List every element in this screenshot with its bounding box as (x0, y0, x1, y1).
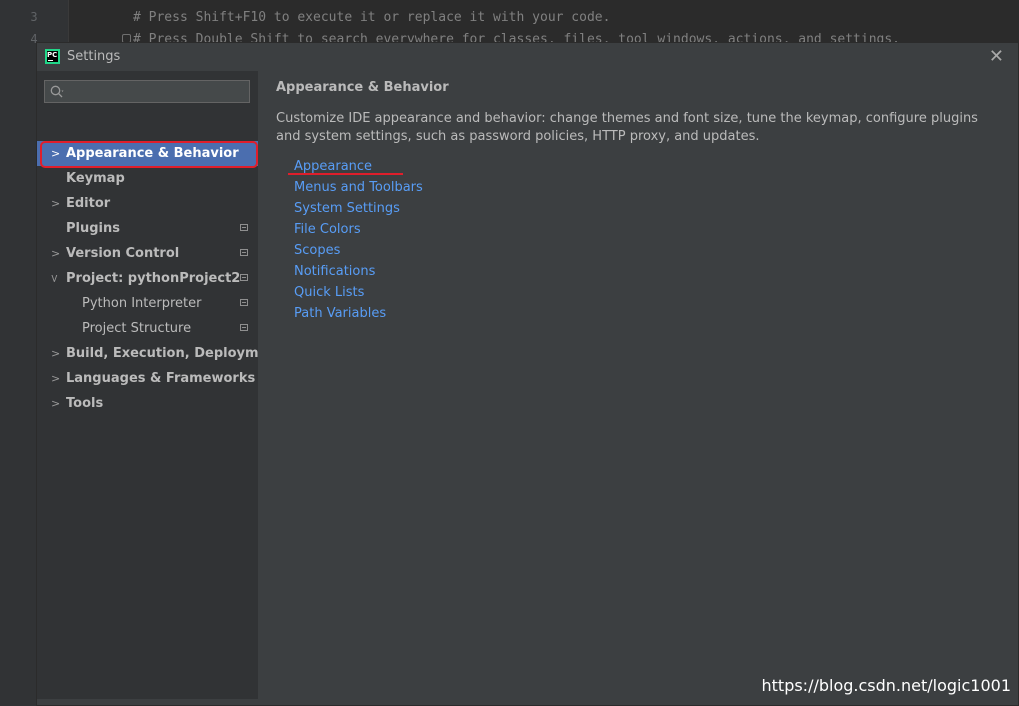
watermark: https://blog.csdn.net/logic1001 (761, 676, 1012, 695)
search-input[interactable] (44, 80, 250, 103)
chevron-right-icon: > (51, 397, 61, 410)
annotation-highlight (40, 141, 258, 168)
settings-content: Appearance & Behavior Customize IDE appe… (259, 71, 1018, 699)
sidebar-item-build-execution-deployment[interactable]: > Build, Execution, Deployment (37, 341, 283, 366)
link-file-colors[interactable]: File Colors (294, 219, 423, 240)
project-settings-icon (240, 324, 248, 331)
dialog-title: Settings (67, 49, 121, 64)
settings-dialog: PC Settings ✕ > Appearance & Behavior Ke… (36, 42, 1019, 706)
project-settings-icon (240, 224, 248, 231)
sidebar-item-editor[interactable]: > Editor (37, 191, 258, 216)
dialog-titlebar: PC Settings ✕ (37, 43, 1018, 71)
page-description: Customize IDE appearance and behavior: c… (276, 111, 978, 144)
sidebar-item-label: Project Structure (82, 321, 192, 336)
app-icon-text: PC (47, 51, 58, 59)
code-line: # Press Shift+F10 to execute it or repla… (133, 10, 611, 25)
link-scopes[interactable]: Scopes (294, 240, 423, 261)
code-area[interactable]: # Press Shift+F10 to execute it or repla… (69, 0, 1019, 47)
line-number: 3 (30, 10, 38, 24)
sidebar-item-version-control[interactable]: > Version Control (37, 241, 258, 266)
link-notifications[interactable]: Notifications (294, 261, 423, 282)
project-settings-icon (240, 274, 248, 281)
sidebar-item-python-interpreter[interactable]: Python Interpreter (37, 291, 258, 316)
link-menus-and-toolbars[interactable]: Menus and Toolbars (294, 177, 423, 198)
search-icon (50, 85, 64, 98)
sidebar-item-project[interactable]: > Project: pythonProject2 (37, 266, 258, 291)
chevron-down-icon: > (48, 273, 62, 284)
sidebar-item-plugins[interactable]: Plugins (37, 216, 258, 241)
chevron-right-icon: > (51, 347, 61, 360)
pycharm-logo-icon: PC (45, 49, 60, 64)
sidebar-item-tools[interactable]: > Tools (37, 391, 258, 416)
close-icon[interactable]: ✕ (989, 47, 1004, 67)
sidebar-item-label: Build, Execution, Deployment (66, 346, 283, 361)
chevron-right-icon: > (51, 372, 61, 385)
page-title: Appearance & Behavior (276, 80, 449, 95)
sidebar-item-label: Editor (66, 196, 111, 211)
subpage-links: Appearance Menus and Toolbars System Set… (294, 156, 423, 324)
annotation-underline (288, 173, 403, 175)
project-settings-icon (240, 249, 248, 256)
sidebar-item-label: Languages & Frameworks (66, 371, 256, 386)
sidebar-item-label: Project: pythonProject2 (66, 271, 241, 286)
sidebar-item-label: Keymap (66, 171, 125, 186)
sidebar-item-keymap[interactable]: Keymap (37, 166, 258, 191)
sidebar-item-label: Python Interpreter (82, 296, 202, 311)
chevron-right-icon: > (51, 197, 61, 210)
sidebar-item-label: Plugins (66, 221, 120, 236)
link-quick-lists[interactable]: Quick Lists (294, 282, 423, 303)
sidebar-item-project-structure[interactable]: Project Structure (37, 316, 258, 341)
chevron-right-icon: > (51, 247, 61, 260)
project-settings-icon (240, 299, 248, 306)
link-system-settings[interactable]: System Settings (294, 198, 423, 219)
sidebar-item-label: Version Control (66, 246, 180, 261)
settings-sidebar: > Appearance & Behavior Keymap > Editor … (37, 71, 283, 699)
sidebar-item-languages-frameworks[interactable]: > Languages & Frameworks (37, 366, 258, 391)
sidebar-item-label: Tools (66, 396, 104, 411)
link-path-variables[interactable]: Path Variables (294, 303, 423, 324)
